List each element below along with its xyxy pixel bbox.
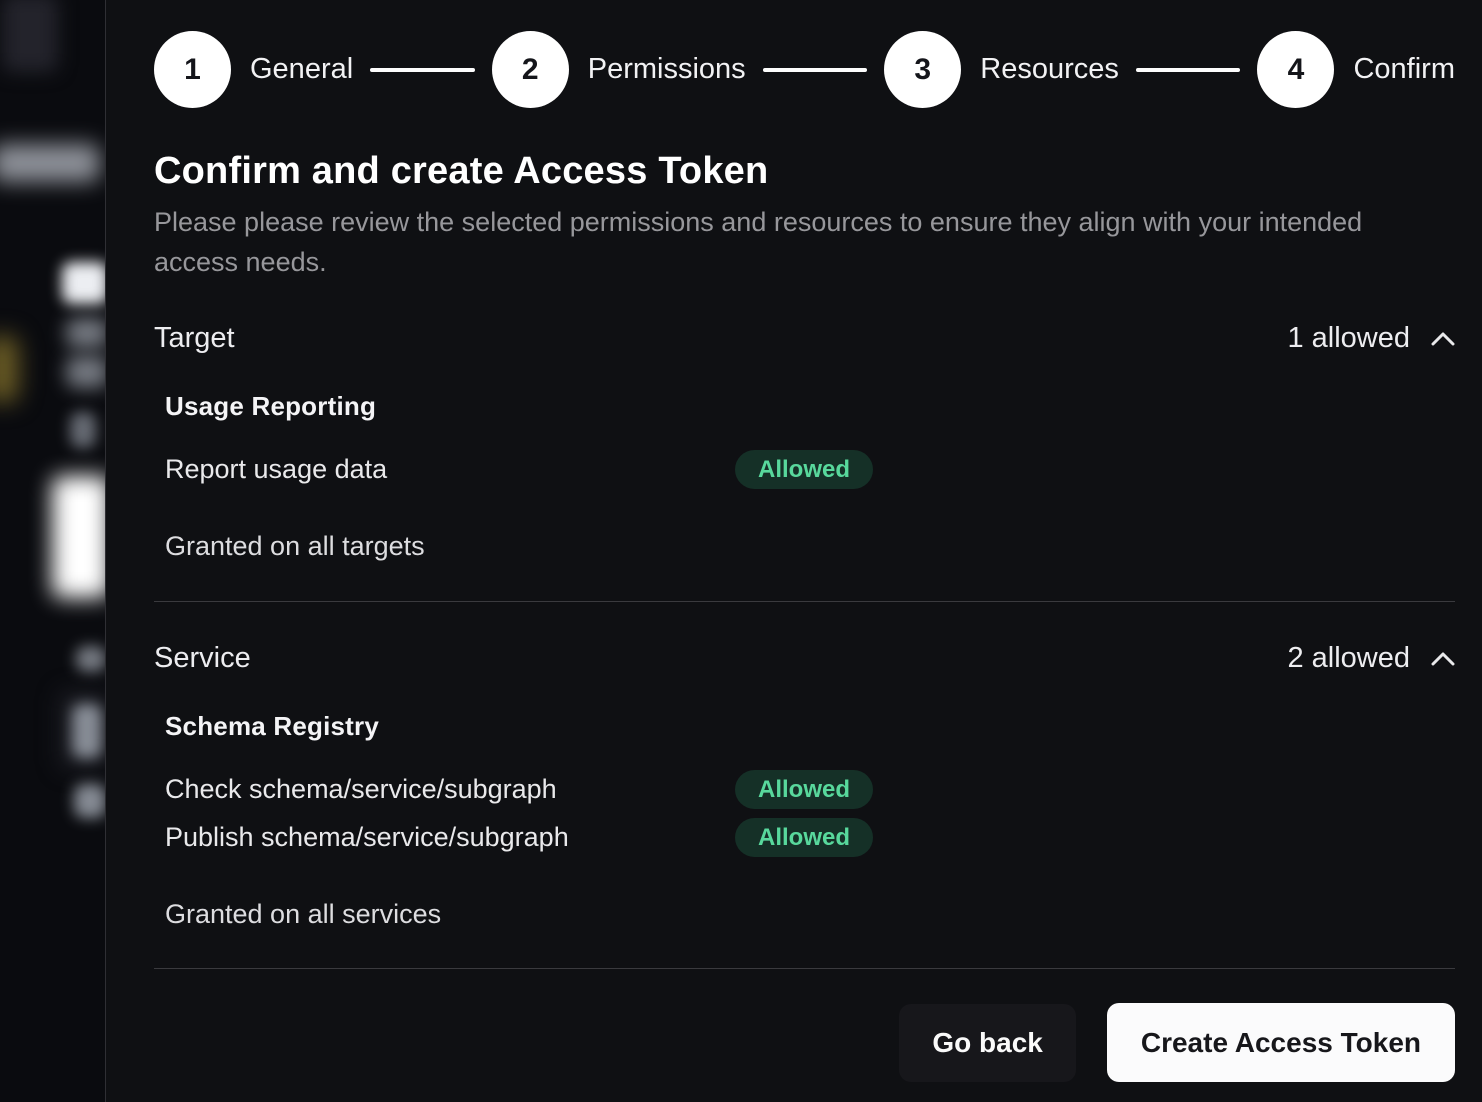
step-label: Confirm <box>1353 53 1455 86</box>
modal-footer: Go back Create Access Token <box>154 1003 1455 1082</box>
step-label: General <box>250 53 353 86</box>
permission-group-schema-registry: Schema Registry Check schema/service/sub… <box>165 711 1455 857</box>
section-title: Target <box>154 322 235 355</box>
section-collapse-toggle[interactable]: 1 allowed <box>1287 322 1455 355</box>
group-title: Usage Reporting <box>165 391 1455 422</box>
wizard-stepper: 1 General 2 Permissions 3 Resources 4 Co… <box>154 31 1455 108</box>
status-badge: Allowed <box>735 770 873 809</box>
step-number-badge: 4 <box>1257 31 1334 108</box>
allowed-count: 1 allowed <box>1287 322 1410 355</box>
blurred-page-heading <box>62 262 105 304</box>
granted-note: Granted on all services <box>165 899 1455 930</box>
page-description: Please please review the selected permis… <box>154 202 1386 282</box>
step-number-badge: 2 <box>492 31 569 108</box>
permission-label: Report usage data <box>165 454 735 485</box>
status-badge: Allowed <box>735 818 873 857</box>
step-general[interactable]: 1 General <box>154 31 353 108</box>
step-number-badge: 3 <box>884 31 961 108</box>
permission-label: Publish schema/service/subgraph <box>165 822 735 853</box>
create-access-token-modal: 1 General 2 Permissions 3 Resources 4 Co… <box>105 0 1482 1102</box>
blurred-text-line <box>76 646 105 672</box>
chevron-up-icon[interactable] <box>1431 331 1455 347</box>
step-connector <box>1136 68 1241 72</box>
blurred-text-line <box>74 784 105 818</box>
blurred-accent-blob <box>0 336 18 402</box>
section-title: Service <box>154 642 251 675</box>
section-header-target: Target 1 allowed <box>154 322 1455 355</box>
blurred-text-line <box>66 356 105 388</box>
section-header-service: Service 2 allowed <box>154 642 1455 675</box>
blurred-icon <box>70 412 96 448</box>
step-permissions[interactable]: 2 Permissions <box>492 31 746 108</box>
granted-note: Granted on all targets <box>165 531 1455 562</box>
step-confirm[interactable]: 4 Confirm <box>1257 31 1455 108</box>
permission-label: Check schema/service/subgraph <box>165 774 735 805</box>
permission-row: Check schema/service/subgraph Allowed <box>165 770 1455 809</box>
status-badge: Allowed <box>735 450 873 489</box>
blurred-logo <box>2 0 58 72</box>
step-label: Permissions <box>588 53 746 86</box>
allowed-count: 2 allowed <box>1287 642 1410 675</box>
step-connector <box>763 68 868 72</box>
blurred-text-line <box>72 704 102 758</box>
step-connector <box>370 68 475 72</box>
blurred-text-line <box>66 318 105 348</box>
step-label: Resources <box>980 53 1119 86</box>
section-divider <box>154 601 1455 602</box>
section-collapse-toggle[interactable]: 2 allowed <box>1287 642 1455 675</box>
background-page <box>0 0 105 1102</box>
blurred-nav-item <box>0 144 100 182</box>
step-number-badge: 1 <box>154 31 231 108</box>
page-title: Confirm and create Access Token <box>154 150 1455 193</box>
step-resources[interactable]: 3 Resources <box>884 31 1119 108</box>
chevron-up-icon[interactable] <box>1431 651 1455 667</box>
permission-group-usage-reporting: Usage Reporting Report usage data Allowe… <box>165 391 1455 489</box>
blurred-white-card <box>52 476 105 598</box>
footer-divider <box>154 968 1455 969</box>
create-access-token-button[interactable]: Create Access Token <box>1107 1003 1455 1082</box>
group-title: Schema Registry <box>165 711 1455 742</box>
permission-row: Report usage data Allowed <box>165 450 1455 489</box>
go-back-button[interactable]: Go back <box>899 1004 1075 1082</box>
permission-row: Publish schema/service/subgraph Allowed <box>165 818 1455 857</box>
